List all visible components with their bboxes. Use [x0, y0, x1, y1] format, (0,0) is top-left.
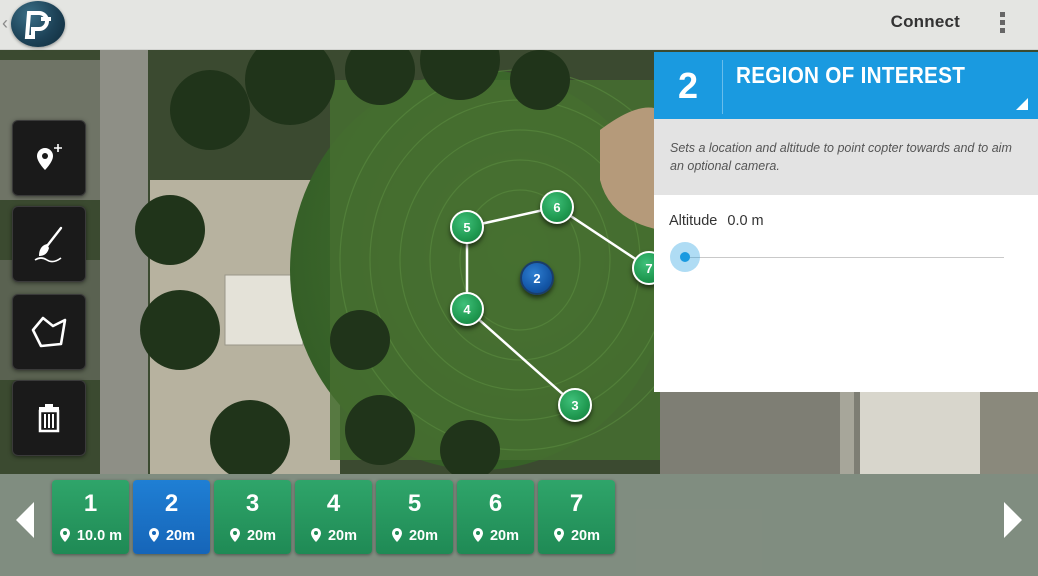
- waypoint-card-altitude: 20m: [133, 528, 210, 544]
- waypoint-card-number: 1: [83, 490, 98, 517]
- map-pin-icon: [391, 528, 402, 542]
- delete-button[interactable]: [12, 380, 86, 456]
- map-pin-icon: [553, 528, 564, 542]
- draw-path-button[interactable]: [12, 206, 86, 282]
- altitude-row: Altitude 0.0 m: [654, 195, 1038, 229]
- waypoint-card-number: 6: [488, 490, 503, 517]
- paintbrush-icon: [34, 226, 63, 263]
- altitude-value: 0.0 m: [727, 213, 764, 229]
- waypoint-card[interactable]: 1 10.0 m: [52, 480, 129, 554]
- waypoint-card[interactable]: 6 20m: [457, 480, 534, 554]
- back-chevron-icon[interactable]: ‹: [2, 13, 8, 34]
- slider-thumb[interactable]: [680, 252, 690, 262]
- map-marker-plus-icon: [37, 144, 62, 170]
- waypoint-card-altitude: 20m: [538, 528, 615, 544]
- waypoint-card[interactable]: 3 20m: [214, 480, 291, 554]
- map-pin-icon: [229, 528, 240, 542]
- polygon-icon: [31, 316, 67, 348]
- waypoint-card-altitude: 20m: [214, 528, 291, 544]
- overflow-menu-icon[interactable]: [992, 10, 1012, 40]
- waypoint-card-altitude: 20m: [457, 528, 534, 544]
- panel-title: REGION OF INTEREST: [736, 62, 966, 88]
- dropdown-corner-icon[interactable]: [1016, 98, 1028, 110]
- waypoint-card-altitude-text: 20m: [165, 528, 196, 544]
- waypoint-card[interactable]: 5 20m: [376, 480, 453, 554]
- add-waypoint-button[interactable]: [12, 120, 86, 196]
- waypoint-card[interactable]: 4 20m: [295, 480, 372, 554]
- waypoint-card-altitude-text: 20m: [570, 528, 601, 544]
- waypoint-card-altitude-text: 20m: [408, 528, 439, 544]
- waypoint-card-altitude: 20m: [295, 528, 372, 544]
- map-roi-marker[interactable]: 2: [520, 261, 554, 295]
- waypoint-card-altitude-text: 10.0 m: [76, 528, 123, 544]
- waypoint-card-number: 4: [326, 490, 341, 517]
- waypoint-card-altitude-text: 20m: [246, 528, 277, 544]
- waypoint-card-altitude-text: 20m: [327, 528, 358, 544]
- panel-divider: [722, 60, 723, 114]
- connect-button[interactable]: Connect: [891, 12, 960, 32]
- waypoint-card-number: 3: [245, 490, 260, 517]
- altitude-label: Altitude: [669, 213, 718, 229]
- waypoint-card[interactable]: 2 20m: [133, 480, 210, 554]
- app-logo-icon[interactable]: [11, 1, 65, 47]
- waypoint-detail-panel: 2 REGION OF INTEREST Sets a location and…: [654, 52, 1038, 392]
- action-bar: ‹ Connect: [0, 0, 1038, 50]
- waypoint-card-number: 2: [164, 490, 179, 517]
- panel-header: 2 REGION OF INTEREST: [654, 52, 1038, 119]
- waypoint-card-altitude: 20m: [376, 528, 453, 544]
- polygon-tool-button[interactable]: [12, 294, 86, 370]
- altitude-slider[interactable]: [668, 242, 1008, 272]
- scroll-left-arrow-icon[interactable]: [16, 502, 34, 538]
- slider-track: [686, 257, 1004, 258]
- map-waypoint-marker[interactable]: 4: [450, 292, 484, 326]
- map-pin-icon: [472, 528, 483, 542]
- waypoint-card-altitude: 10.0 m: [52, 528, 129, 544]
- waypoint-card-number: 5: [407, 490, 422, 517]
- map-pin-icon: [148, 528, 159, 542]
- map-waypoint-marker[interactable]: 5: [450, 210, 484, 244]
- trash-icon: [38, 404, 60, 433]
- waypoint-strip: 1 10.0 m 2 20m 3 20m 4 20m 5 20m 6 20m 7 20m: [0, 474, 1038, 576]
- waypoint-card[interactable]: 7 20m: [538, 480, 615, 554]
- panel-waypoint-number: 2: [677, 64, 699, 106]
- waypoint-card-altitude-text: 20m: [489, 528, 520, 544]
- map-waypoint-marker[interactable]: 6: [540, 190, 574, 224]
- map-pin-icon: [310, 528, 321, 542]
- panel-description: Sets a location and altitude to point co…: [654, 119, 1038, 195]
- waypoint-card-number: 7: [569, 490, 584, 517]
- map-waypoint-marker[interactable]: 3: [558, 388, 592, 422]
- scroll-right-arrow-icon[interactable]: [1004, 502, 1022, 538]
- map-pin-icon: [59, 528, 70, 542]
